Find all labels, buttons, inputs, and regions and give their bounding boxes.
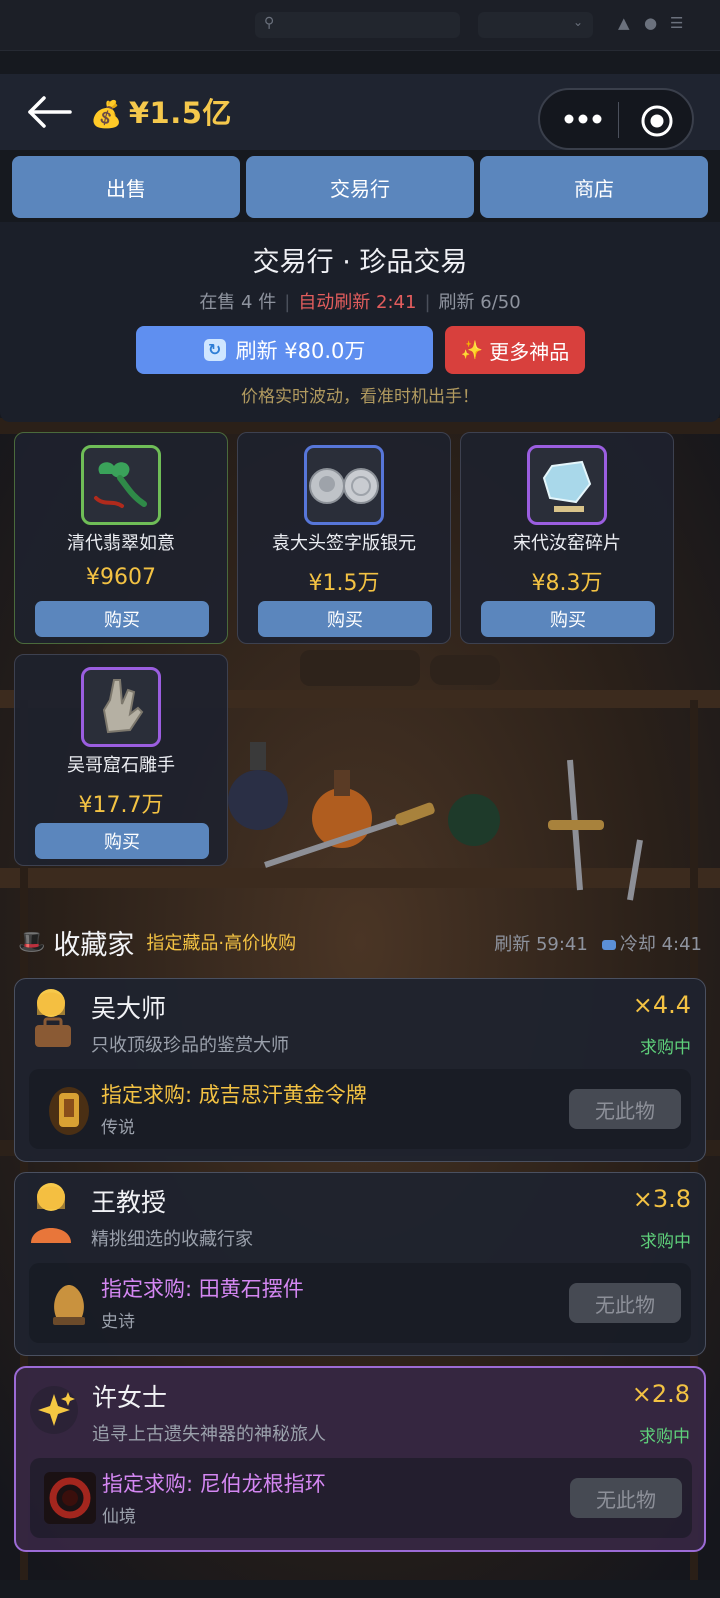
collector-card: 王教授 精挑细选的收藏行家 ×3.8 求购中 指定求购: 田黄石摆件 史诗 无此… [14,1172,706,1356]
refresh-button[interactable]: ↻ 刷新 ¥80.0万 [136,326,433,374]
collector-description: 只收顶级珍品的鉴赏大师 [91,1035,289,1056]
item-card: 袁大头签字版银元 ¥1.5万 购买 [237,432,451,644]
collectors-subtitle: 指定藏品·高价收购 [146,933,297,954]
request-rarity: 仙境 [102,1507,136,1527]
buy-button[interactable]: 购买 [258,601,432,637]
porcelain-shard-icon [527,445,607,525]
tab-sell[interactable]: 出售 [12,156,240,218]
item-price: ¥17.7万 [78,793,164,818]
collector-name: 吴大师 [91,994,167,1023]
more-items-label: 更多神品 [489,339,570,364]
item-name: 清代翡翠如意 [67,533,175,554]
money-balance: 💰 ¥1.5亿 [90,90,232,132]
collector-description: 精挑细选的收藏行家 [91,1229,253,1250]
collector-status: 求购中 [640,1038,691,1058]
not-owned-button[interactable]: 无此物 [569,1283,681,1323]
trade-stats: 在售 4 件 | 自动刷新 2:41 | 刷新 6/50 [0,288,720,314]
price-hint: 价格实时波动，看准时机出手！ [241,387,479,407]
app-root: ⚲ ⌄ ▲ ● ☰ 💰 ¥1.5亿 出售 交易行 商店 交易行 · 珍品交易 在售… [0,0,720,1598]
not-owned-button[interactable]: 无此物 [569,1089,681,1129]
collector-name: 王教授 [91,1188,167,1217]
stats-divider: | [284,292,291,313]
request-label: 指定求购: 田黄石摆件 [101,1277,304,1301]
item-card: 清代翡翠如意 ¥9607 购买 [14,432,228,644]
collector-request: 指定求购: 田黄石摆件 史诗 无此物 [29,1263,691,1343]
refresh-icon: ↻ [203,339,226,361]
collector-avatar [30,1374,86,1438]
user-icon[interactable]: ● [644,14,657,32]
tab-shop[interactable]: 商店 [480,156,708,218]
request-label: 指定求购: 成吉思汗黄金令牌 [101,1083,367,1107]
capsule-divider [618,102,619,138]
stone-hand-icon [81,667,161,747]
collectors-refresh-timer: 刷新 59:41 [494,934,588,955]
collectors-cooldown-timer: 冷却 4:41 [619,934,702,955]
browser-toolbar: ⚲ ⌄ ▲ ● ☰ [0,0,720,51]
collector-status: 求购中 [639,1427,690,1447]
collector-status: 求购中 [640,1232,691,1252]
request-rarity: 史诗 [101,1312,135,1332]
price-multiplier: ×2.8 [631,1380,690,1408]
tab-exchange[interactable]: 交易行 [246,156,474,218]
miniprogram-capsule [538,88,694,150]
item-name: 宋代汝窑碎片 [513,533,621,554]
collector-request: 指定求购: 成吉思汗黄金令牌 传说 无此物 [29,1069,691,1149]
top-hat-icon: 🎩 [18,929,46,955]
chevron-down-icon: ⌄ [572,15,583,29]
item-card: 宋代汝窑碎片 ¥8.3万 购买 [460,432,674,644]
golden-token-icon [49,1087,89,1135]
refresh-count: 刷新 6/50 [438,292,521,313]
more-options-icon[interactable] [560,104,606,134]
collector-avatar [29,985,85,1049]
collector-request: 指定求购: 尼伯龙根指环 仙境 无此物 [30,1458,692,1538]
cooldown-icon [601,940,616,950]
menu-icon[interactable]: ☰ [670,14,683,32]
search-icon: ⚲ [264,15,275,31]
item-price: ¥1.5万 [308,571,380,596]
price-multiplier: ×3.8 [632,1185,691,1213]
request-rarity: 传说 [101,1118,135,1138]
back-arrow-icon[interactable] [24,92,74,132]
collectors-header: 🎩 收藏家 指定藏品·高价收购 [18,922,296,962]
collectors-title: 收藏家 [53,929,135,961]
money-bag-icon: 💰 [90,100,123,130]
item-name: 吴哥窟石雕手 [67,755,175,776]
not-owned-button[interactable]: 无此物 [570,1478,682,1518]
price-multiplier: ×4.4 [632,991,691,1019]
item-price: ¥8.3万 [531,571,603,596]
trade-title: 交易行 · 珍品交易 [252,247,468,278]
collector-avatar [29,1179,85,1243]
item-price: ¥9607 [86,565,156,590]
browser-select[interactable]: ⌄ [478,12,593,38]
on-sale-count: 在售 4 件 [199,292,277,313]
buy-button[interactable]: 购买 [35,601,209,637]
money-value: ¥1.5亿 [128,96,232,130]
collector-card: 吴大师 只收顶级珍品的鉴赏大师 ×4.4 求购中 指定求购: 成吉思汗黄金令牌 … [14,978,706,1162]
stats-divider: | [424,292,431,313]
request-label: 指定求购: 尼伯龙根指环 [102,1472,326,1496]
more-items-button[interactable]: ✨ 更多神品 [445,326,585,374]
sparkles-icon: ✨ [460,339,484,361]
collectors-timers: 刷新 59:41 冷却 4:41 [494,930,702,956]
item-name: 袁大头签字版银元 [272,533,416,554]
nibelung-ring-icon [44,1472,96,1524]
browser-search-box[interactable]: ⚲ [255,12,460,38]
bell-icon[interactable]: ▲ [618,14,630,32]
collector-card: 许女士 追寻上古遗失神器的神秘旅人 ×2.8 求购中 指定求购: 尼伯龙根指环 … [14,1366,706,1552]
auto-refresh-timer: 自动刷新 2:41 [298,292,417,313]
silver-coin-icon [304,445,384,525]
refresh-button-label: 刷新 ¥80.0万 [235,339,366,363]
close-miniprogram-icon[interactable] [640,104,674,138]
collector-name: 许女士 [92,1383,168,1412]
buy-button[interactable]: 购买 [35,823,209,859]
buy-button[interactable]: 购买 [481,601,655,637]
collector-description: 追寻上古遗失神器的神秘旅人 [92,1424,326,1445]
item-card: 吴哥窟石雕手 ¥17.7万 购买 [14,654,228,866]
jade-ruyi-icon [81,445,161,525]
tianhuang-stone-icon [53,1285,85,1325]
